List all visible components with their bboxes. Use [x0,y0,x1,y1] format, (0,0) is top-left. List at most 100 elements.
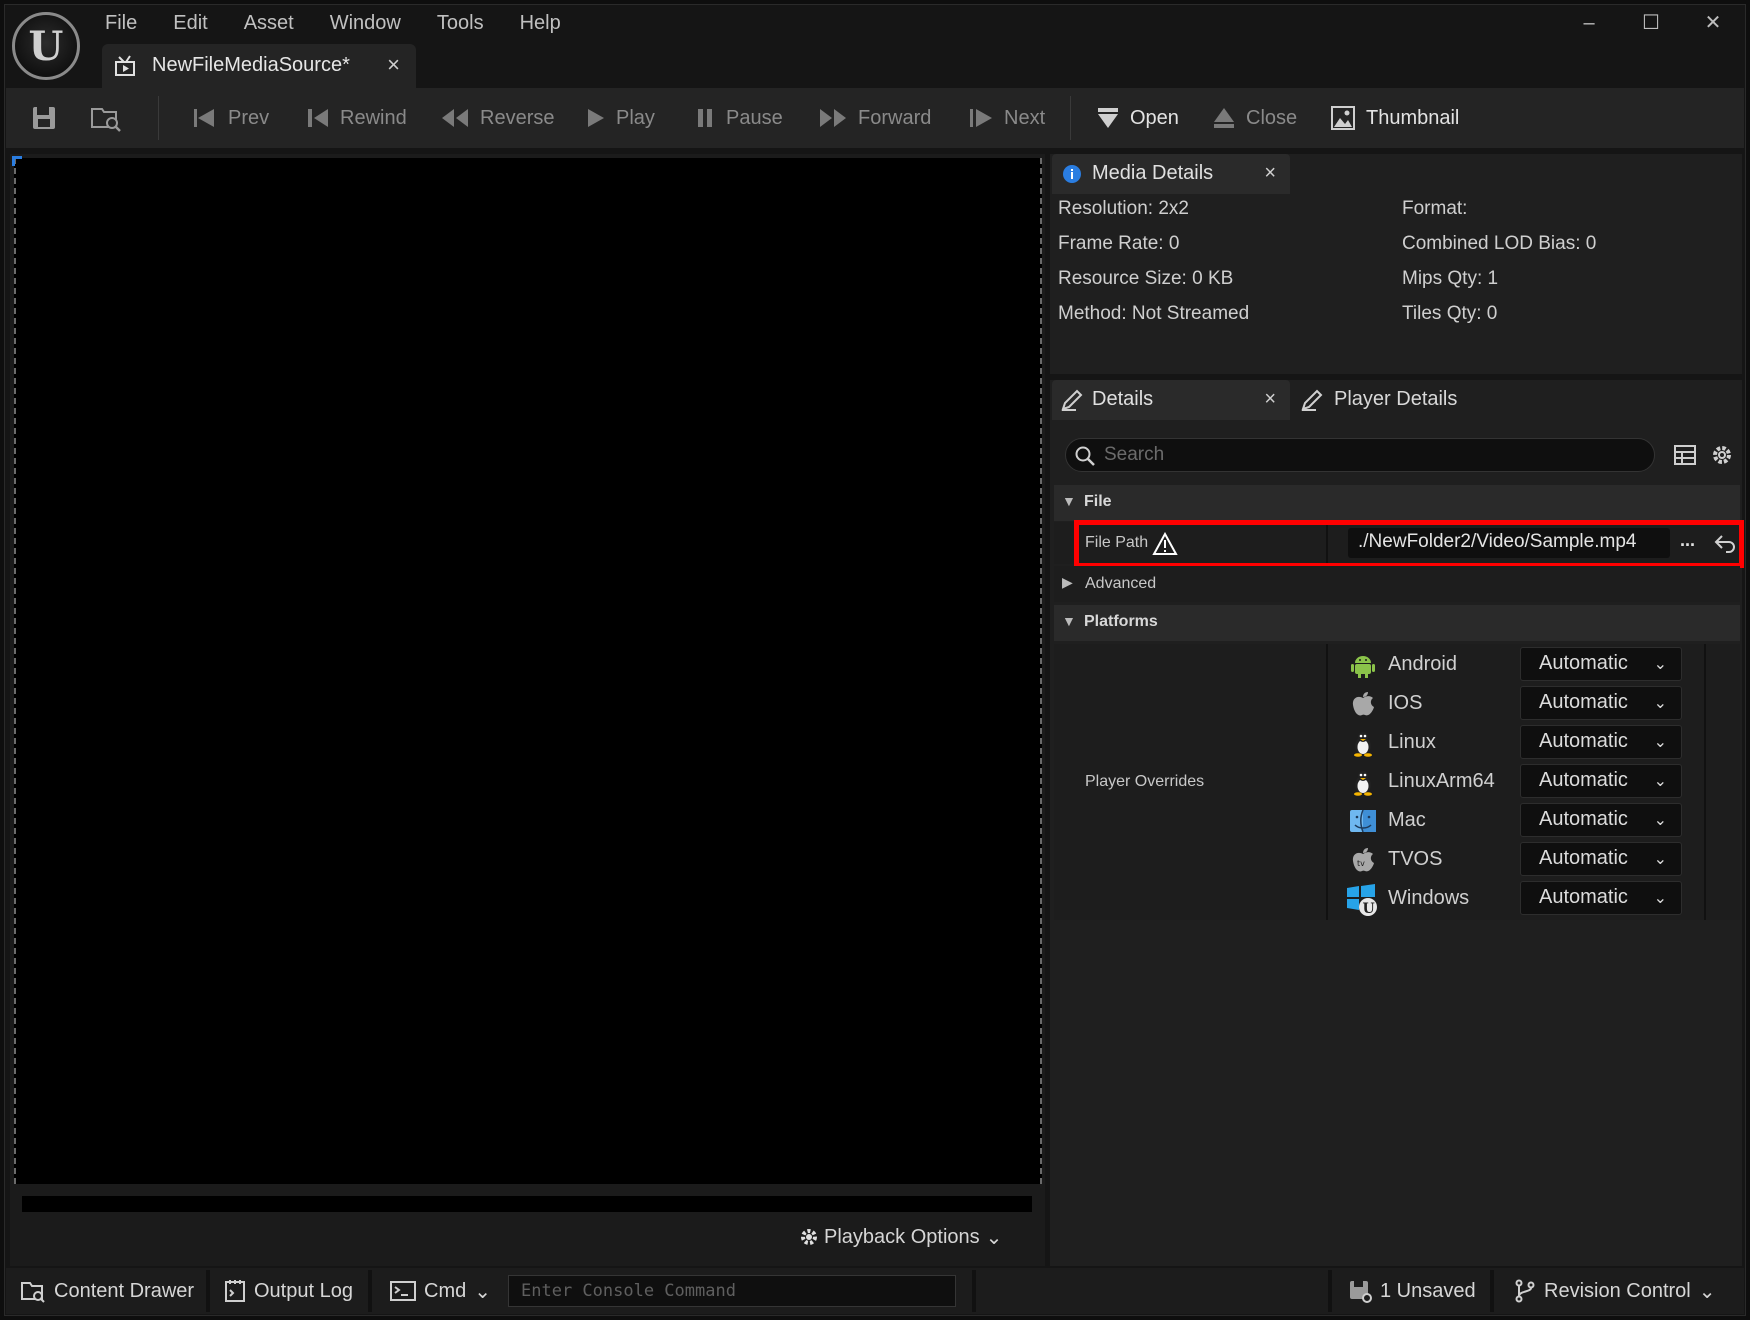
platform-ios-value: Automatic [1539,691,1628,713]
window-close-button[interactable]: ✕ [1690,8,1736,38]
console-command-input[interactable]: Enter Console Command [508,1275,956,1307]
menu-tools[interactable]: Tools [437,10,502,40]
edit-pencil-icon [1061,389,1083,411]
platform-linuxarm64-label: LinuxArm64 [1388,770,1495,792]
unsaved-button[interactable]: 1 Unsaved [1348,1268,1476,1314]
menu-bar: File Edit Asset Window Tools Help [105,10,597,40]
info-icon [1063,165,1081,183]
menu-help[interactable]: Help [520,10,579,40]
platform-tvos-dropdown[interactable]: Automatic ⌄ [1520,842,1682,876]
tab-details[interactable]: Details × [1052,380,1290,420]
output-log-label: Output Log [254,1279,353,1302]
media-viewport[interactable] [14,158,1042,1184]
forward-label: Forward [858,106,932,129]
unsaved-label: 1 Unsaved [1380,1279,1476,1302]
media-source-icon [115,55,135,76]
menu-file[interactable]: File [105,10,155,40]
platform-windows-dropdown[interactable]: Automatic ⌄ [1520,881,1682,915]
open-button[interactable]: Open [1096,88,1179,148]
play-icon [588,109,604,127]
console-placeholder: Enter Console Command [521,1281,736,1301]
platform-linuxarm64-dropdown[interactable]: Automatic ⌄ [1520,764,1682,798]
tab-player-details-label: Player Details [1334,388,1458,410]
playback-options-label: Playback Options [824,1225,980,1248]
platform-linux-label: Linux [1388,731,1436,753]
chevron-down-icon: ⌄ [1653,851,1667,868]
menu-edit[interactable]: Edit [173,10,225,40]
document-tab[interactable]: NewFileMediaSource* × [102,44,416,88]
tab-details-label: Details [1092,388,1154,410]
content-drawer-button[interactable]: Content Drawer [20,1268,194,1314]
platform-tvos-label: TVOS [1388,848,1443,870]
media-resource-size: Resource Size: 0 KB [1058,268,1234,289]
pause-button[interactable]: Pause [694,88,783,148]
tab-player-details[interactable]: Player Details [1292,380,1492,420]
cmd-label: Cmd [424,1279,467,1302]
reverse-button[interactable]: Reverse [440,88,554,148]
close-media-button[interactable]: Close [1212,88,1297,148]
revision-control-label: Revision Control [1544,1279,1691,1302]
highlight-box [1074,520,1744,568]
category-platforms[interactable]: ▼ Platforms [1054,605,1740,641]
pause-icon [698,109,712,127]
next-button[interactable]: Next [968,88,1045,148]
edit-pencil-icon [1301,389,1323,411]
browse-asset-button[interactable] [90,88,122,148]
eject-icon [1214,108,1234,128]
collapsed-arrow-icon: ▶ [1062,574,1073,590]
chevron-down-icon: ⌄ [1698,1280,1716,1303]
close-tab-icon[interactable]: × [387,52,400,78]
minimize-button[interactable]: – [1566,8,1612,38]
unsaved-save-icon [1350,1281,1372,1303]
playback-options-button[interactable]: Playback Options ⌄ [800,1222,1002,1252]
category-file-label: File [1084,493,1112,510]
media-method: Method: Not Streamed [1058,303,1250,324]
maximize-button[interactable]: ☐ [1628,8,1674,38]
chevron-down-icon: ⌄ [1653,656,1667,673]
settings-gear-icon[interactable] [1710,443,1734,467]
chevron-down-icon: ⌄ [1653,734,1667,751]
thumbnail-icon [1331,106,1355,130]
forward-button[interactable]: Forward [818,88,931,148]
chevron-down-icon: ⌄ [1653,773,1667,790]
prev-button[interactable]: Prev [192,88,269,148]
save-button[interactable] [30,88,58,148]
menu-window[interactable]: Window [330,10,419,40]
tab-media-details[interactable]: Media Details × [1052,154,1290,194]
branch-icon [1515,1279,1535,1303]
platform-mac-dropdown[interactable]: Automatic ⌄ [1520,803,1682,837]
media-format: Format: [1402,198,1468,219]
close-media-details-icon[interactable]: × [1264,162,1276,185]
open-icon [1098,108,1118,128]
viewport-focus-marker [12,156,22,166]
property-matrix-icon[interactable] [1674,444,1696,466]
chevron-down-icon: ⌄ [1653,695,1667,712]
rewind-button[interactable]: Rewind [306,88,407,148]
advanced-row[interactable]: ▶ Advanced [1054,566,1740,602]
platform-android-label: Android [1388,653,1457,675]
play-button[interactable]: Play [584,88,655,148]
unreal-logo[interactable]: U [12,12,80,80]
thumbnail-button[interactable]: Thumbnail [1330,88,1459,148]
revision-control-button[interactable]: Revision Control ⌄ [1514,1268,1716,1314]
close-details-icon[interactable]: × [1264,388,1276,411]
output-log-button[interactable]: Output Log [224,1268,353,1314]
rewind-label: Rewind [340,106,407,129]
open-label: Open [1130,106,1179,129]
menu-asset[interactable]: Asset [244,10,312,40]
details-search-input[interactable]: Search [1065,438,1655,472]
platform-linux-dropdown[interactable]: Automatic ⌄ [1520,725,1682,759]
platform-windows-label: Windows [1388,887,1470,909]
category-file[interactable]: ▼ File [1054,485,1740,521]
platform-linuxarm64-value: Automatic [1539,769,1628,791]
media-lod-bias: Combined LOD Bias: 0 [1402,233,1597,254]
playback-scrubber[interactable] [22,1196,1032,1212]
platform-android-dropdown[interactable]: Automatic ⌄ [1520,647,1682,681]
platform-ios-dropdown[interactable]: Automatic ⌄ [1520,686,1682,720]
cmd-dropdown[interactable]: Cmd ⌄ [390,1268,491,1314]
expanded-arrow-icon: ▼ [1062,613,1076,629]
apple-tv-icon: tv [1352,848,1374,872]
reverse-icon [442,109,468,127]
content-drawer-icon [21,1282,45,1303]
platform-linux-value: Automatic [1539,730,1628,752]
